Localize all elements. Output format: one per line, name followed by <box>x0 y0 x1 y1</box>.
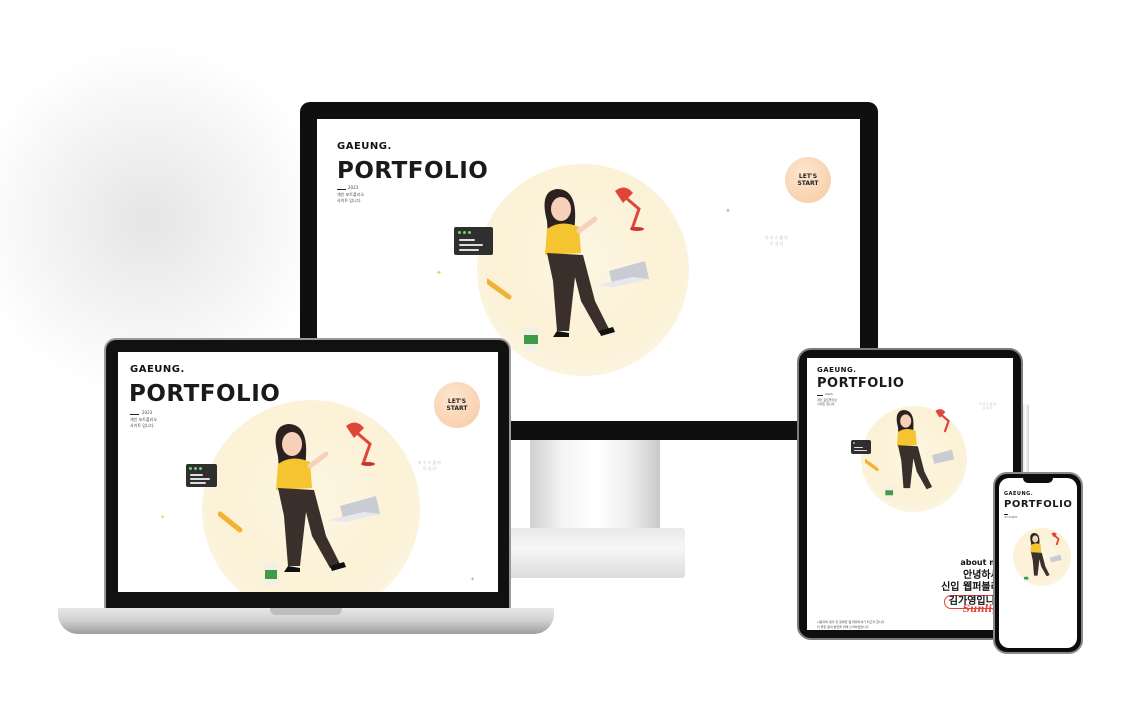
hero-title: PORTFOLIO <box>817 376 905 391</box>
about-desc-1: 사용자와 생각 한 정확한 웹 퍼블리셔가 되고자 합니다 <box>817 620 885 624</box>
subtitle-line-2: 사이트 입니다. <box>337 198 362 203</box>
subtitle-line-1: 개인 포트폴리오 <box>337 192 365 197</box>
monitor-stand-neck <box>530 438 660 530</box>
title-rule <box>817 395 823 396</box>
title-rule <box>1004 514 1008 515</box>
pencil-icon <box>487 278 512 300</box>
subtitle-line-2: 사이트 입니다. <box>130 423 155 428</box>
sparkle-icon: ✦ <box>436 270 442 277</box>
cta-line-2: START <box>797 180 819 187</box>
scroll-hint-line-1: 마 우 스 를 위 <box>418 460 441 465</box>
coffee-cup-icon <box>523 327 539 351</box>
scroll-hint: 마 우 스 를 위 로 내 려 <box>979 402 996 410</box>
cta-line-1: LET'S <box>798 172 818 180</box>
pencil-icon <box>865 458 879 472</box>
laptop-icon <box>328 496 380 522</box>
brand-logo[interactable]: GAEUNG. <box>130 364 185 375</box>
subtitle-line-2: 사이트 입니다. <box>817 402 836 406</box>
year-label: 2023 <box>142 410 153 415</box>
phone-screen: GAEUNG. PORTFOLIO 개인 포트폴리오 <box>999 478 1077 648</box>
tablet-screen: GAEUNG. PORTFOLIO 2023 개인 포트폴리오 사이트 입니다.… <box>807 358 1013 630</box>
character-illustration <box>487 187 649 351</box>
laptop-notch <box>270 608 342 615</box>
brand-logo[interactable]: GAEUNG. <box>337 141 392 152</box>
about-desc-2: 더 좋은 웹의 발전을 위해 노력하겠습니다 <box>817 625 869 629</box>
laptop-screen: GAEUNG. PORTFOLIO 2023 개인 포트폴리오 사이트 입니다.… <box>118 352 498 592</box>
scroll-hint: 마 우 스 를 위 로 내 려 <box>418 460 441 471</box>
desk-lamp-icon <box>1051 532 1060 546</box>
laptop-icon <box>1049 554 1062 563</box>
phone-notch <box>1023 476 1053 483</box>
hero-title: PORTFOLIO <box>129 381 281 407</box>
cta-line-1: LET'S <box>447 397 467 405</box>
character-illustration <box>865 409 955 500</box>
monitor-stand-base <box>505 528 685 578</box>
scroll-hint: 마 우 스 를 위 로 내 려 <box>765 235 788 246</box>
character-illustration <box>1023 532 1062 582</box>
lets-start-button[interactable]: LET'S START <box>785 157 831 203</box>
coffee-cup-icon <box>264 562 278 586</box>
laptop-icon <box>597 261 649 287</box>
subtitle-line-1: 개인 포트폴리오 <box>1004 517 1018 519</box>
code-window-icon <box>186 464 217 487</box>
title-rule <box>130 414 139 415</box>
title-rule <box>337 189 346 190</box>
hero-title: PORTFOLIO <box>1004 499 1073 510</box>
subtitle-line-1: 개인 포트폴리오 <box>130 417 158 422</box>
sparkle-icon: ✦ <box>725 208 731 215</box>
brand-logo[interactable]: GAEUNG. <box>817 366 856 374</box>
brand-logo[interactable]: GAEUNG. <box>1004 491 1033 497</box>
pencil-icon <box>218 511 243 533</box>
scroll-hint-line-2: 로 내 려 <box>982 406 993 411</box>
desk-lamp-icon <box>346 422 375 466</box>
sparkle-icon: ✦ <box>470 577 476 583</box>
sparkle-icon: ✦ <box>160 515 166 521</box>
lets-start-button[interactable]: LET'S START <box>434 382 480 428</box>
desk-lamp-icon <box>935 409 950 433</box>
coffee-cup-icon <box>1023 574 1029 582</box>
scroll-hint-line-2: 로 내 려 <box>769 240 784 246</box>
cta-line-2: START <box>446 405 468 412</box>
laptop-icon <box>932 449 955 464</box>
scroll-hint-line-2: 로 내 려 <box>422 465 437 471</box>
scroll-hint-line-1: 마 우 스 를 위 <box>765 235 788 240</box>
desk-lamp-icon <box>615 187 644 231</box>
year-label: 2023 <box>825 392 833 396</box>
character-illustration <box>218 422 380 586</box>
hero-title: PORTFOLIO <box>337 158 489 184</box>
coffee-cup-icon <box>884 485 894 500</box>
year-label: 2023 <box>348 185 359 190</box>
